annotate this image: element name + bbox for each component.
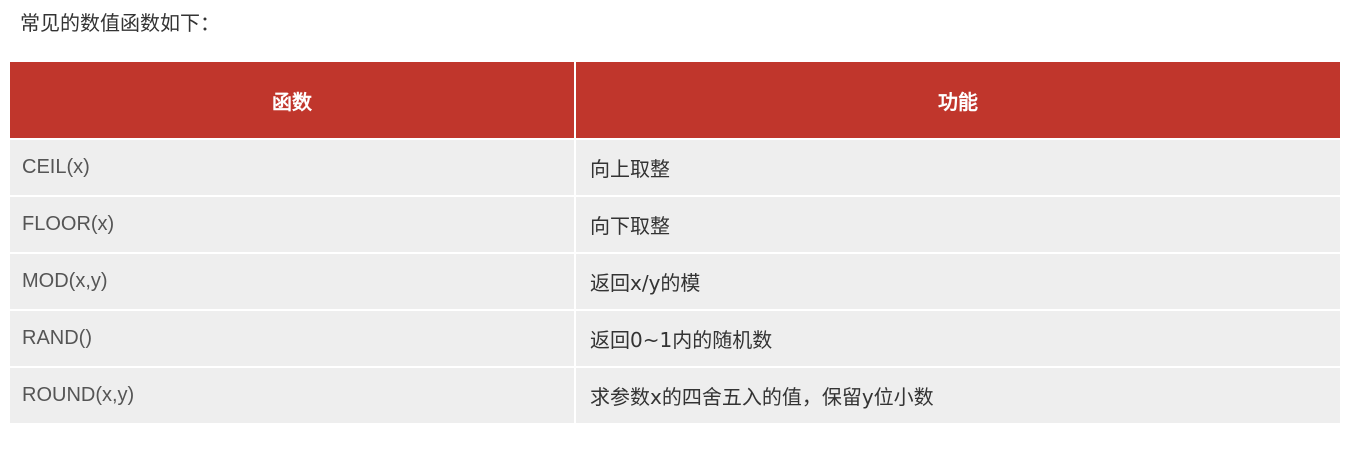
- table-header: 函数 功能: [10, 62, 1340, 140]
- function-cell: CEIL(x): [10, 140, 576, 197]
- header-description: 功能: [576, 62, 1340, 140]
- table-body: CEIL(x) 向上取整 FLOOR(x) 向下取整 MOD(x,y) 返回x/…: [10, 140, 1340, 423]
- table-row: RAND() 返回0~1内的随机数: [10, 311, 1340, 368]
- header-function: 函数: [10, 62, 576, 140]
- table-row: FLOOR(x) 向下取整: [10, 197, 1340, 254]
- function-cell: FLOOR(x): [10, 197, 576, 254]
- description-cell: 求参数x的四舍五入的值，保留y位小数: [576, 368, 1340, 423]
- description-cell: 向下取整: [576, 197, 1340, 254]
- table-header-row: 函数 功能: [10, 62, 1340, 140]
- table-row: CEIL(x) 向上取整: [10, 140, 1340, 197]
- description-cell: 返回x/y的模: [576, 254, 1340, 311]
- table-row: ROUND(x,y) 求参数x的四舍五入的值，保留y位小数: [10, 368, 1340, 423]
- description-cell: 向上取整: [576, 140, 1340, 197]
- function-cell: RAND(): [10, 311, 576, 368]
- function-cell: ROUND(x,y): [10, 368, 576, 423]
- table-row: MOD(x,y) 返回x/y的模: [10, 254, 1340, 311]
- description-cell: 返回0~1内的随机数: [576, 311, 1340, 368]
- function-cell: MOD(x,y): [10, 254, 576, 311]
- numeric-functions-table: 函数 功能 CEIL(x) 向上取整 FLOOR(x) 向下取整 MOD(x,y…: [10, 62, 1340, 423]
- intro-text: 常见的数值函数如下：: [20, 11, 220, 35]
